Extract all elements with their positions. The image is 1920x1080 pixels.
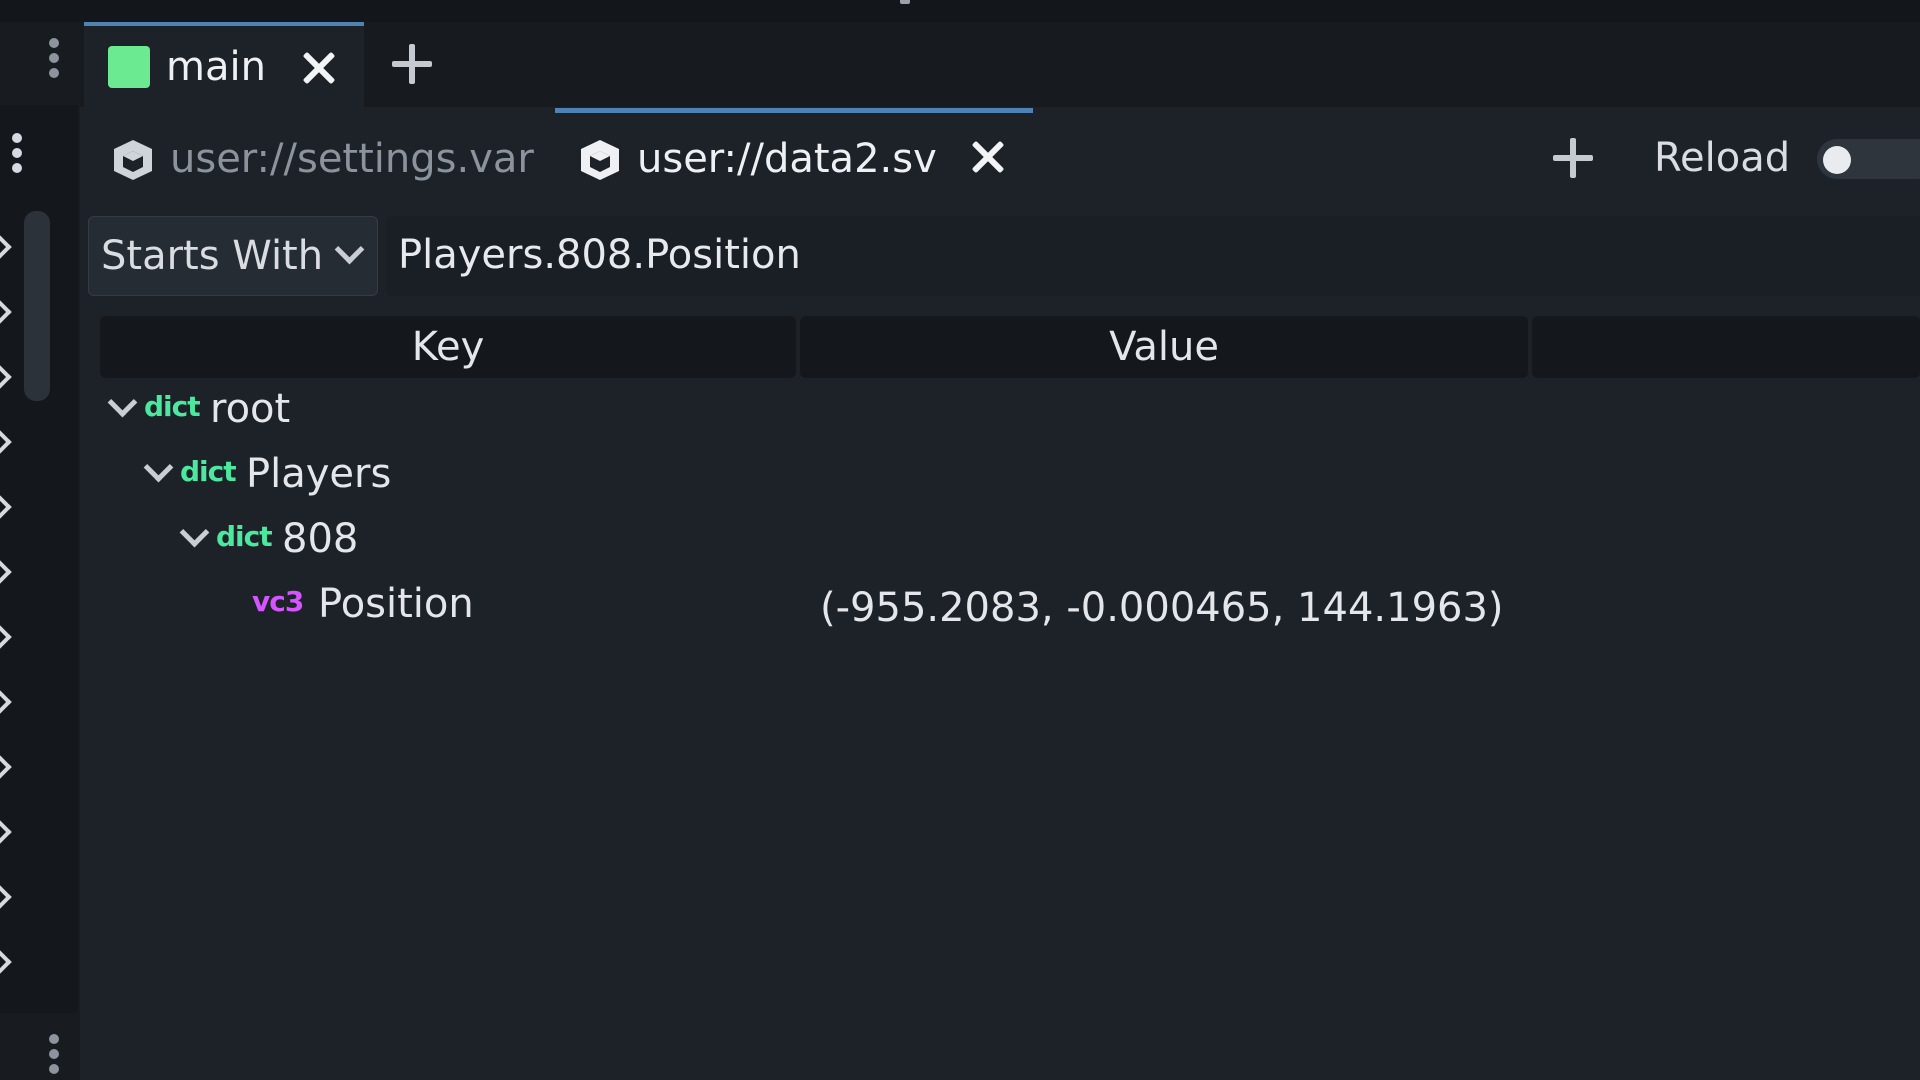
dict-type-icon: dict [144, 390, 201, 423]
tree-row[interactable]: dict 808 [100, 512, 1000, 572]
column-header-key[interactable]: Key [100, 316, 796, 378]
vector3-type-icon: vc3 [252, 585, 304, 618]
expand-arrow-icon[interactable] [0, 429, 12, 455]
close-icon[interactable] [299, 48, 339, 88]
file-tab-settings[interactable]: user://settings.var [100, 108, 550, 208]
title-notch [900, 0, 910, 4]
reload-label: Reload [1654, 135, 1791, 181]
expand-arrow-icon[interactable] [0, 819, 12, 845]
reload-toggle[interactable] [1817, 139, 1920, 179]
add-tab-icon[interactable] [392, 44, 432, 84]
chevron-down-icon [334, 234, 365, 265]
dict-type-icon: dict [216, 520, 273, 553]
title-strip [0, 0, 1920, 22]
expand-arrow-icon[interactable] [0, 559, 12, 585]
search-input[interactable]: Players.808.Position [386, 216, 1920, 296]
tree-key: Position [318, 581, 474, 627]
expand-arrow-icon[interactable] [0, 299, 12, 325]
expand-arrow-icon[interactable] [0, 494, 12, 520]
tree-value[interactable]: (-955.2083, -0.000465, 144.1963) [820, 585, 1504, 631]
toggle-knob [1823, 146, 1851, 174]
tree-key: Players [246, 451, 392, 497]
filter-mode-label: Starts With [101, 233, 324, 279]
dock-scrollbar[interactable] [24, 211, 50, 401]
file-tab-label: user://settings.var [170, 136, 534, 182]
scene-color-icon [108, 46, 150, 88]
left-dock-panel [0, 105, 78, 1013]
file-tab-label: user://data2.sv [637, 136, 937, 182]
expand-arrow-icon[interactable] [0, 949, 12, 975]
expand-arrow-icon[interactable] [0, 624, 12, 650]
search-query: Players.808.Position [398, 232, 801, 278]
chevron-down-icon[interactable] [107, 387, 138, 418]
chevron-down-icon[interactable] [179, 517, 210, 548]
filter-mode-select[interactable]: Starts With [88, 216, 378, 296]
tab-main[interactable]: main [84, 22, 364, 107]
column-header-value[interactable]: Value [800, 316, 1528, 378]
package-icon [581, 140, 619, 180]
expand-arrow-icon[interactable] [0, 884, 12, 910]
expand-arrow-icon[interactable] [0, 364, 12, 390]
expand-arrow-icon[interactable] [0, 234, 12, 260]
bottom-menu-dots-icon[interactable] [48, 1034, 60, 1078]
column-header-extra [1532, 316, 1920, 378]
tree-key: root [210, 386, 291, 432]
tree-row[interactable]: dict root [100, 382, 1000, 442]
menu-dots-icon[interactable] [48, 38, 60, 82]
file-tab-data2[interactable]: user://data2.sv [555, 108, 1033, 208]
chevron-down-icon[interactable] [143, 452, 174, 483]
expand-arrow-icon[interactable] [0, 689, 12, 715]
dock-menu-dots-icon[interactable] [11, 133, 23, 177]
tab-main-label: main [166, 44, 266, 90]
dict-type-icon: dict [180, 455, 237, 488]
package-icon [114, 140, 152, 180]
tree-row[interactable]: dict Players [100, 447, 1000, 507]
close-icon[interactable] [968, 137, 1008, 177]
add-file-icon[interactable] [1553, 138, 1593, 178]
expand-arrow-icon[interactable] [0, 754, 12, 780]
tree-key: 808 [282, 516, 359, 562]
